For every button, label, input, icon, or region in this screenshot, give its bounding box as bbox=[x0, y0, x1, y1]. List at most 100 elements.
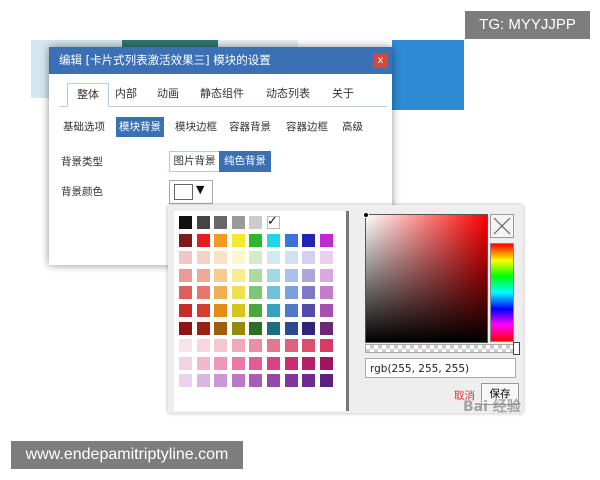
close-button[interactable]: x bbox=[373, 53, 388, 68]
gray-swatch[interactable] bbox=[214, 216, 228, 229]
palette-swatch[interactable] bbox=[249, 374, 263, 388]
tab-animation[interactable]: 动画 bbox=[157, 83, 179, 105]
palette-swatch[interactable] bbox=[267, 268, 280, 282]
gray-swatch[interactable] bbox=[196, 216, 210, 229]
subtab-advanced[interactable]: 高级 bbox=[342, 117, 363, 137]
palette-swatch[interactable] bbox=[267, 356, 280, 370]
hue-slider[interactable] bbox=[490, 243, 514, 342]
palette-swatch[interactable] bbox=[302, 251, 316, 265]
palette-swatch[interactable] bbox=[302, 321, 316, 335]
palette-swatch[interactable] bbox=[231, 374, 245, 388]
tab-inner[interactable]: 内部 bbox=[115, 83, 137, 105]
palette-swatch[interactable] bbox=[302, 356, 316, 370]
palette-swatch[interactable] bbox=[319, 233, 333, 247]
gray-swatch[interactable] bbox=[249, 216, 263, 229]
palette-swatch[interactable] bbox=[196, 374, 210, 388]
subtab-module-border[interactable]: 模块边框 bbox=[175, 117, 217, 137]
palette-swatch[interactable] bbox=[214, 321, 228, 335]
palette-swatch[interactable] bbox=[214, 286, 228, 300]
palette-swatch[interactable] bbox=[196, 321, 210, 335]
swatch-scrollbar[interactable] bbox=[346, 211, 349, 411]
palette-swatch[interactable] bbox=[302, 339, 316, 353]
image-background-option[interactable]: 图片背景 bbox=[169, 151, 220, 172]
palette-swatch[interactable] bbox=[179, 374, 192, 388]
palette-swatch[interactable] bbox=[179, 286, 192, 300]
palette-swatch[interactable] bbox=[267, 304, 280, 317]
palette-swatch[interactable] bbox=[267, 321, 280, 335]
palette-swatch[interactable] bbox=[196, 356, 210, 370]
palette-swatch[interactable] bbox=[249, 356, 263, 370]
palette-swatch[interactable] bbox=[284, 374, 298, 388]
palette-swatch[interactable] bbox=[179, 233, 192, 247]
palette-swatch[interactable] bbox=[249, 251, 263, 265]
palette-swatch[interactable] bbox=[214, 339, 228, 353]
palette-swatch[interactable] bbox=[267, 339, 280, 353]
palette-swatch[interactable] bbox=[284, 233, 298, 247]
palette-swatch[interactable] bbox=[196, 339, 210, 353]
tab-dynamic-list[interactable]: 动态列表 bbox=[266, 83, 310, 105]
sv-cursor[interactable] bbox=[363, 212, 369, 218]
palette-swatch[interactable] bbox=[249, 321, 263, 335]
palette-swatch[interactable] bbox=[231, 339, 245, 353]
palette-swatch[interactable] bbox=[319, 356, 333, 370]
palette-swatch[interactable] bbox=[302, 286, 316, 300]
palette-swatch[interactable] bbox=[249, 268, 263, 282]
palette-swatch[interactable] bbox=[231, 233, 245, 247]
tab-overall[interactable]: 整体 bbox=[67, 83, 109, 107]
palette-swatch[interactable] bbox=[179, 304, 192, 317]
palette-swatch[interactable] bbox=[267, 251, 280, 265]
palette-swatch[interactable] bbox=[249, 339, 263, 353]
palette-swatch[interactable] bbox=[179, 356, 192, 370]
palette-swatch[interactable] bbox=[196, 268, 210, 282]
subtab-basic-options[interactable]: 基础选项 bbox=[63, 117, 105, 137]
palette-swatch[interactable] bbox=[231, 268, 245, 282]
palette-swatch[interactable] bbox=[214, 304, 228, 317]
palette-swatch[interactable] bbox=[284, 339, 298, 353]
palette-swatch[interactable] bbox=[284, 356, 298, 370]
palette-swatch[interactable] bbox=[302, 233, 316, 247]
palette-swatch[interactable] bbox=[196, 233, 210, 247]
dialog-title-bar[interactable]: 编辑 [卡片式列表激活效果三] 模块的设置 x bbox=[49, 47, 392, 74]
alpha-slider-handle[interactable] bbox=[513, 342, 520, 355]
palette-swatch[interactable] bbox=[267, 233, 280, 247]
palette-swatch[interactable] bbox=[319, 339, 333, 353]
palette-swatch[interactable] bbox=[284, 268, 298, 282]
palette-swatch[interactable] bbox=[231, 321, 245, 335]
palette-swatch[interactable] bbox=[319, 321, 333, 335]
tab-about[interactable]: 关于 bbox=[332, 83, 354, 105]
palette-swatch[interactable] bbox=[196, 251, 210, 265]
palette-swatch[interactable] bbox=[179, 339, 192, 353]
palette-swatch[interactable] bbox=[179, 268, 192, 282]
solid-background-option[interactable]: 纯色背景 bbox=[219, 151, 271, 172]
palette-swatch[interactable] bbox=[231, 286, 245, 300]
palette-swatch[interactable] bbox=[319, 251, 333, 265]
eyedropper-button[interactable] bbox=[490, 214, 514, 238]
palette-swatch[interactable] bbox=[284, 321, 298, 335]
palette-swatch[interactable] bbox=[302, 268, 316, 282]
palette-swatch[interactable] bbox=[179, 251, 192, 265]
alpha-slider[interactable] bbox=[365, 342, 520, 355]
tab-static-components[interactable]: 静态组件 bbox=[200, 83, 244, 105]
palette-swatch[interactable] bbox=[249, 233, 263, 247]
palette-swatch[interactable] bbox=[267, 374, 280, 388]
palette-swatch[interactable] bbox=[231, 251, 245, 265]
palette-swatch[interactable] bbox=[214, 233, 228, 247]
background-color-dropdown[interactable]: ▼ bbox=[169, 180, 213, 204]
gray-swatch[interactable] bbox=[179, 216, 192, 229]
palette-swatch[interactable] bbox=[231, 356, 245, 370]
palette-swatch[interactable] bbox=[214, 356, 228, 370]
subtab-container-border[interactable]: 容器边框 bbox=[286, 117, 328, 137]
palette-swatch[interactable] bbox=[284, 251, 298, 265]
palette-swatch[interactable] bbox=[302, 374, 316, 388]
palette-swatch[interactable] bbox=[319, 268, 333, 282]
saturation-value-picker[interactable] bbox=[363, 212, 488, 343]
palette-swatch[interactable] bbox=[196, 286, 210, 300]
palette-swatch[interactable] bbox=[284, 304, 298, 317]
palette-swatch[interactable] bbox=[179, 321, 192, 335]
palette-swatch[interactable] bbox=[319, 286, 333, 300]
palette-swatch[interactable] bbox=[214, 251, 228, 265]
palette-swatch[interactable] bbox=[284, 286, 298, 300]
palette-swatch[interactable] bbox=[249, 286, 263, 300]
gray-swatch[interactable] bbox=[231, 216, 245, 229]
palette-swatch[interactable] bbox=[231, 304, 245, 317]
